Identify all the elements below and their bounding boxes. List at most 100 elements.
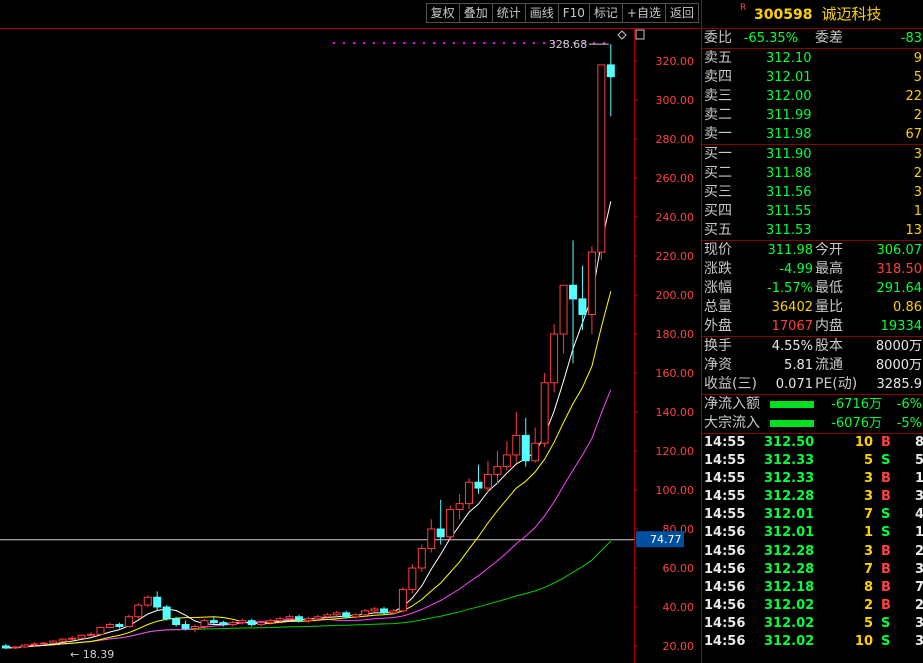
quote-row: 外盘 17067 内盘 19334 <box>702 317 923 336</box>
y-tick-label: 120.00 <box>656 445 695 458</box>
flow-bar <box>770 401 814 408</box>
candle-body <box>143 596 152 606</box>
kline-chart[interactable]: 20.0040.0060.0080.00100.00120.00140.0016… <box>0 0 700 663</box>
tick-side: B <box>881 435 891 450</box>
tick-row[interactable]: 14:55 312.01 7 S 4 <box>702 506 923 524</box>
candle-body <box>257 622 266 626</box>
bid-level: 买四 311.55 1 <box>702 202 923 221</box>
dot-marker <box>383 42 385 44</box>
candle-body <box>228 622 237 626</box>
dot-marker <box>503 42 505 44</box>
toolbar-button-3[interactable]: 画线 <box>524 3 558 23</box>
toolbar-button-2[interactable]: 统计 <box>491 3 525 23</box>
toolbar-button-6[interactable]: +自选 <box>621 3 665 23</box>
tick-count: 3 <box>914 489 923 505</box>
tick-price: 312.18 <box>764 579 815 595</box>
bid-book: 买一 311.90 3 买二 311.88 2 买三 311.56 3 买四 311.55 1 买五 31… <box>702 145 923 241</box>
dot-marker <box>413 42 415 44</box>
candle-body <box>408 567 417 590</box>
candle-body <box>276 618 285 622</box>
tick-row[interactable]: 14:55 312.28 3 B 3 <box>702 488 923 506</box>
quote-row: 涨跌 -4.99 最高 318.50 <box>702 260 923 279</box>
tick-count: 7 <box>914 579 923 595</box>
commission-row: 委比 -65.35% 委差 -83 <box>702 29 923 49</box>
y-tick-label: 200.00 <box>656 289 695 302</box>
y-tick-label: 100.00 <box>656 484 695 497</box>
candle-body <box>351 614 360 618</box>
level-label: 买四 <box>704 203 732 219</box>
y-tick-label: 40.00 <box>663 601 695 614</box>
tick-volume: 10 <box>854 634 873 650</box>
level-label: 卖二 <box>704 107 732 123</box>
candle-body <box>606 64 615 78</box>
stock-name[interactable]: 诚迈科技 <box>822 5 882 23</box>
tick-row[interactable]: 14:56 312.28 7 B 3 <box>702 561 923 579</box>
level-price: 311.88 <box>766 166 812 181</box>
candle-body <box>427 528 436 549</box>
y-tick-label: 260.00 <box>656 172 695 185</box>
tick-list[interactable]: 14:55 312.50 10 B 8 14:55 312.33 5 S 5 14:55 312.33… <box>702 434 923 651</box>
candle-body <box>238 620 247 624</box>
tick-row[interactable]: 14:56 312.02 2 B 2 <box>702 597 923 615</box>
quote-value: -4.99 <box>779 262 813 277</box>
tick-row[interactable]: 14:55 312.33 3 B 1 <box>702 470 923 488</box>
level-label: 卖三 <box>704 88 732 104</box>
tick-row[interactable]: 14:55 312.33 5 S 5 <box>702 452 923 470</box>
candle-body <box>124 616 133 627</box>
candle-body <box>389 610 398 614</box>
dot-marker <box>523 42 525 44</box>
tick-row[interactable]: 14:55 312.50 10 B 8 <box>702 434 923 452</box>
candle-body <box>68 637 77 640</box>
tick-row[interactable]: 14:56 312.02 10 S 3 <box>702 633 923 651</box>
y-tick-label: 160.00 <box>656 367 695 380</box>
tick-volume: 3 <box>863 489 873 505</box>
flow-percent: -6% <box>896 397 922 412</box>
quote-value: 36402 <box>771 300 813 315</box>
candle-body <box>436 528 445 538</box>
tick-time: 14:56 <box>704 634 746 650</box>
candle-body <box>446 509 455 538</box>
tick-volume: 5 <box>863 453 873 469</box>
quote-label: 内盘 <box>815 318 843 334</box>
quote-panel: R 300598 诚迈科技 委比 -65.35% 委差 -83 卖五 312.10… <box>701 0 923 663</box>
tick-row[interactable]: 14:56 312.18 8 B 7 <box>702 579 923 597</box>
level-volume: 13 <box>905 223 922 238</box>
toolbar-button-5[interactable]: 标记 <box>588 3 622 23</box>
toolbar-button-1[interactable]: 叠加 <box>458 3 492 23</box>
level-label: 买二 <box>704 165 732 181</box>
chart-toolbar: 复权 叠加 统计 画线 F10 标记 +自选 返回 <box>425 3 699 23</box>
ma5-line <box>5 201 612 649</box>
y-tick-label: 240.00 <box>656 211 695 224</box>
y-tick-label: 140.00 <box>656 406 695 419</box>
flow-amount: -6076万 <box>831 416 882 431</box>
toolbar-button-0[interactable]: 复权 <box>425 3 459 23</box>
tick-row[interactable]: 14:56 312.02 5 S 3 <box>702 615 923 633</box>
level-label: 买三 <box>704 184 732 200</box>
dot-marker <box>513 42 515 44</box>
tick-row[interactable]: 14:56 312.28 3 B 2 <box>702 543 923 561</box>
ask-level: 卖四 312.01 5 <box>702 68 923 87</box>
level-price: 311.99 <box>766 108 812 123</box>
quote-label: 总量 <box>704 299 732 315</box>
fund-label: 净资 <box>704 357 732 373</box>
tick-volume: 5 <box>863 615 873 631</box>
fund-value: 4.55% <box>771 339 813 354</box>
candle-body <box>96 626 105 635</box>
candle-body <box>172 618 181 626</box>
tick-volume: 3 <box>863 471 873 487</box>
toolbar-button-4[interactable]: F10 <box>557 3 589 23</box>
y-tick-label: 300.00 <box>656 94 695 107</box>
fund-value: 3285.9 <box>876 377 923 392</box>
candle-body <box>455 503 464 510</box>
stock-code[interactable]: 300598 <box>754 7 812 23</box>
candle-body <box>105 624 114 628</box>
toolbar-button-7[interactable]: 返回 <box>664 3 699 23</box>
tick-row[interactable]: 14:56 312.01 1 S 1 <box>702 524 923 542</box>
tick-count: 5 <box>914 453 923 469</box>
flow-amount: -6716万 <box>831 397 882 412</box>
tick-count: 1 <box>914 471 923 487</box>
dot-marker <box>363 42 365 44</box>
tick-time: 14:55 <box>704 507 746 523</box>
fund-value: 8000万 <box>875 339 922 354</box>
candle-body <box>11 646 20 649</box>
